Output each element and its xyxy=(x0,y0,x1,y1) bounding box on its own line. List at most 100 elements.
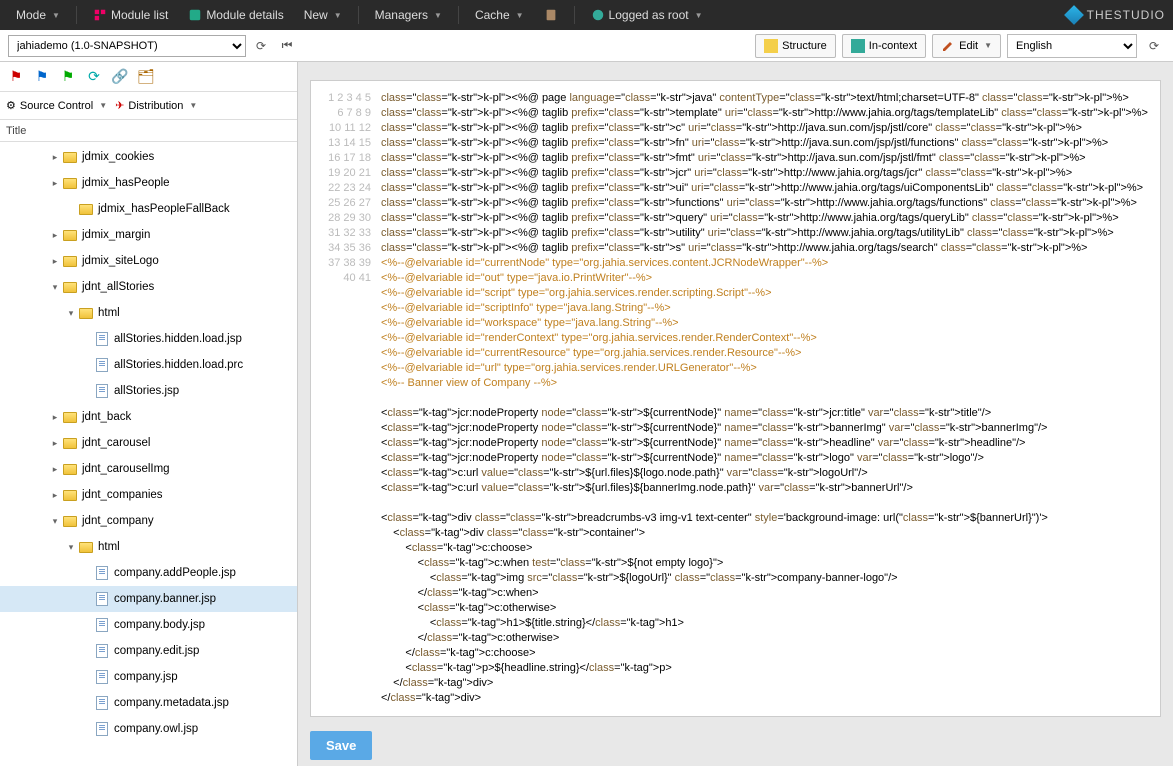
refresh-module-button[interactable]: ⟳ xyxy=(250,35,272,57)
tree-toggle-icon[interactable]: ▾ xyxy=(48,516,62,527)
file-icon xyxy=(94,591,110,607)
menu-module-list[interactable]: Module list xyxy=(85,0,176,30)
tree-toggle-icon[interactable]: ▸ xyxy=(48,490,62,501)
menu-module-details[interactable]: Module details xyxy=(180,0,291,30)
tree-folder[interactable]: ▸jdmix_hasPeople xyxy=(0,170,297,196)
sidebar-toolbar-2: ⚙Source Control▼ ✈Distribution▼ xyxy=(0,92,297,120)
folder-icon xyxy=(78,539,94,555)
tree-item-label: jdmix_cookies xyxy=(82,151,154,163)
file-icon xyxy=(94,357,110,373)
clipboard-button[interactable] xyxy=(536,0,566,30)
tree-toggle-icon[interactable]: ▸ xyxy=(48,178,62,189)
tree-toggle-icon[interactable]: ▸ xyxy=(48,438,62,449)
tree-folder[interactable]: ▸ jdnt_carousel xyxy=(0,430,297,456)
tree-tool-5[interactable]: 🔗 xyxy=(110,67,130,87)
tree-item-label: jdnt_carouselImg xyxy=(82,463,170,475)
distribution-menu[interactable]: ✈Distribution▼ xyxy=(115,99,197,112)
refresh-icon: ⟳ xyxy=(1149,39,1159,53)
tree-item-label: jdnt_companies xyxy=(82,489,163,501)
file-icon xyxy=(94,565,110,581)
menu-managers[interactable]: Managers▼ xyxy=(367,0,450,30)
tree-item-label: jdmix_hasPeopleFallBack xyxy=(98,203,230,215)
tree-item-label: jdmix_siteLogo xyxy=(82,255,159,267)
menu-new[interactable]: New▼ xyxy=(296,0,350,30)
tree-file[interactable]: allStories.hidden.load.prc xyxy=(0,352,297,378)
folder-icon xyxy=(62,279,78,295)
tree-item-label: company.body.jsp xyxy=(114,619,205,631)
folder-icon xyxy=(62,253,78,269)
collapse-sidebar-button[interactable]: ⏮ xyxy=(276,35,298,57)
tree-tool-6[interactable]: 🗂 xyxy=(136,67,156,87)
in-context-button[interactable]: In-context xyxy=(842,34,926,58)
tree-item-label: allStories.hidden.load.jsp xyxy=(114,333,242,345)
tree-item-label: html xyxy=(98,307,120,319)
source-control-menu[interactable]: ⚙Source Control▼ xyxy=(6,99,107,112)
tree-toggle-icon[interactable]: ▸ xyxy=(48,412,62,423)
tree-toggle-icon[interactable]: ▾ xyxy=(64,542,78,553)
code-panel: 1 2 3 4 5 6 7 8 9 10 11 12 13 14 15 16 1… xyxy=(310,80,1161,717)
tree-folder[interactable]: ▾ jdnt_company xyxy=(0,508,297,534)
tree-file[interactable]: company.jsp xyxy=(0,664,297,690)
file-tree[interactable]: ▸ jdmix_cookies ▸jdmix_hasPeople jdmix_hasP… xyxy=(0,142,297,766)
file-icon xyxy=(94,383,110,399)
tree-folder[interactable]: ▸ jdmix_siteLogo xyxy=(0,248,297,274)
tree-tool-1[interactable]: ⚑ xyxy=(6,67,26,87)
folder-icon xyxy=(62,409,78,425)
refresh-icon: ⟳ xyxy=(256,39,266,53)
tree-item-label: company.edit.jsp xyxy=(114,645,199,657)
edit-button[interactable]: Edit▼ xyxy=(932,34,1001,58)
tree-file[interactable]: company.owl.jsp xyxy=(0,716,297,742)
tree-file[interactable]: company.edit.jsp xyxy=(0,638,297,664)
menu-mode[interactable]: Mode▼ xyxy=(8,0,68,30)
tree-toggle-icon[interactable]: ▸ xyxy=(48,152,62,163)
tree-file[interactable]: allStories.hidden.load.jsp xyxy=(0,326,297,352)
tree-item-label: jdnt_carousel xyxy=(82,437,150,449)
tree-folder[interactable]: ▾ jdnt_allStories xyxy=(0,274,297,300)
tree-folder[interactable]: ▸ jdmix_cookies xyxy=(0,144,297,170)
tree-item-label: jdnt_allStories xyxy=(82,281,154,293)
tree-file[interactable]: allStories.jsp xyxy=(0,378,297,404)
tree-toggle-icon[interactable]: ▾ xyxy=(64,308,78,319)
file-icon xyxy=(94,721,110,737)
line-gutter: 1 2 3 4 5 6 7 8 9 10 11 12 13 14 15 16 1… xyxy=(323,91,381,706)
tree-tool-3[interactable]: ⚑ xyxy=(58,67,78,87)
language-select[interactable]: English xyxy=(1007,34,1137,58)
tree-toggle-icon[interactable]: ▸ xyxy=(48,464,62,475)
tree-item-label: jdnt_company xyxy=(82,515,154,527)
folder-icon xyxy=(62,487,78,503)
user-globe-icon xyxy=(591,8,605,22)
menu-logged-as[interactable]: Logged as root▼ xyxy=(583,0,711,30)
code-editor[interactable]: class="class="k-str">k-pl"><%@ page lang… xyxy=(381,91,1148,706)
module-select[interactable]: jahiademo (1.0-SNAPSHOT) xyxy=(8,35,246,57)
module-list-icon xyxy=(93,8,107,22)
tree-folder[interactable]: jdmix_hasPeopleFallBack xyxy=(0,196,297,222)
tree-tool-4[interactable]: ⟳ xyxy=(84,67,104,87)
tree-folder[interactable]: ▸ jdnt_carouselImg xyxy=(0,456,297,482)
structure-button[interactable]: Structure xyxy=(755,34,836,58)
tree-toggle-icon[interactable]: ▾ xyxy=(48,282,62,293)
tree-file[interactable]: company.metadata.jsp xyxy=(0,690,297,716)
tree-folder[interactable]: ▸jdnt_back xyxy=(0,404,297,430)
module-details-icon xyxy=(188,8,202,22)
tree-item-label: allStories.jsp xyxy=(114,385,179,397)
tree-toggle-icon[interactable]: ▸ xyxy=(48,230,62,241)
tree-item-label: company.owl.jsp xyxy=(114,723,198,735)
tree-file[interactable]: company.addPeople.jsp xyxy=(0,560,297,586)
menu-cache[interactable]: Cache▼ xyxy=(467,0,532,30)
folder-icon xyxy=(62,461,78,477)
tree-folder[interactable]: ▾html xyxy=(0,534,297,560)
tree-tool-2[interactable]: ⚑ xyxy=(32,67,52,87)
tree-toggle-icon[interactable]: ▸ xyxy=(48,256,62,267)
tree-file[interactable]: company.banner.jsp xyxy=(0,586,297,612)
tree-folder[interactable]: ▸jdmix_margin xyxy=(0,222,297,248)
refresh-page-button[interactable]: ⟳ xyxy=(1143,35,1165,57)
file-icon xyxy=(94,617,110,633)
save-button[interactable]: Save xyxy=(310,731,372,760)
folder-icon xyxy=(62,513,78,529)
tree-folder[interactable]: ▾ html xyxy=(0,300,297,326)
tree-file[interactable]: company.body.jsp xyxy=(0,612,297,638)
top-menubar: Mode▼ Module list Module details New▼ Ma… xyxy=(0,0,1173,30)
tree-item-label: company.banner.jsp xyxy=(114,593,216,605)
tree-folder[interactable]: ▸ jdnt_companies xyxy=(0,482,297,508)
folder-icon xyxy=(62,435,78,451)
